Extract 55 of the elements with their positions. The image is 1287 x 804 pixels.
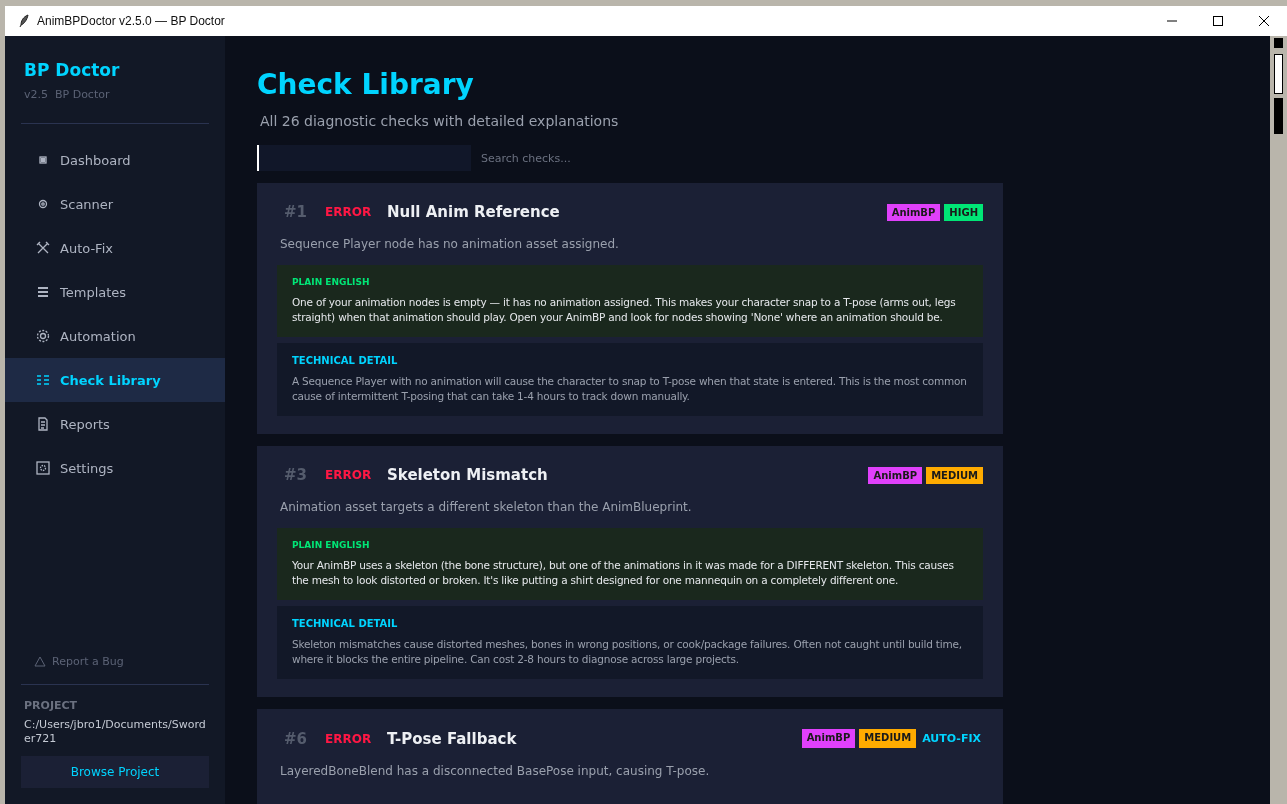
nav-item[interactable]: Check Library	[5, 358, 225, 402]
check-summary: Animation asset targets a different skeleton than the AnimBlueprint.	[280, 500, 693, 514]
gear-icon	[36, 329, 50, 343]
tools-icon	[36, 241, 50, 255]
panel-text: Skeleton mismatches cause distorted meshes, bones in wrong positions, or cook/package failures. Often not caught until build time, where it blocks the entire pipeline. Can cost 2-8 hours to diagnose across large projects.	[292, 637, 963, 667]
tag-badge: AnimBP	[886, 203, 941, 221]
project-label: PROJECT	[24, 699, 79, 712]
check-number: #3	[284, 466, 308, 484]
window-title: AnimBPDoctor v2.5.0 — BP Doctor	[37, 14, 226, 28]
brand-title: BP Doctor	[24, 60, 121, 80]
square-icon	[36, 153, 50, 167]
page-subtitle: All 26 diagnostic checks with detailed explanations	[260, 113, 620, 129]
settings-icon	[36, 461, 50, 475]
nav-item[interactable]: Dashboard	[5, 138, 225, 182]
tag-badge: MEDIUM	[926, 466, 983, 484]
version-label: v2.5 BP Doctor	[24, 88, 111, 101]
tag-badge: HIGH	[944, 203, 983, 221]
panel-heading: PLAIN ENGLISH	[292, 277, 371, 287]
check-title: T-Pose Fallback	[387, 729, 518, 748]
panel-text: Your AnimBP uses a skeleton (the bone structure), but one of the animations in it was made for a DIFFERENT skeleton. This causes the mesh to look distorted or broken. It's like putting a shirt designed for one mannequin on a completely different one.	[292, 558, 955, 588]
error-label: ERROR	[325, 731, 373, 746]
auto-fix-label: AUTO-FIX	[921, 731, 982, 747]
panel-heading: TECHNICAL DETAIL	[292, 355, 399, 366]
tag-badge: AnimBP	[801, 729, 856, 748]
nav-item[interactable]: Scanner	[5, 182, 225, 226]
check-summary: LayeredBoneBlend has a disconnected BasePose input, causing T-pose.	[280, 764, 711, 778]
check-number: #6	[284, 729, 308, 748]
panel-text: A Sequence Player with no animation will cause the character to snap to T-pose when that state is entered. This is the most common cause of intermittent T-posing that can take 1-4 hours to track down manually.	[292, 374, 968, 404]
panel-heading: PLAIN ENGLISH	[292, 540, 371, 550]
document-icon	[36, 417, 50, 431]
feather-icon	[19, 14, 29, 28]
check-summary: Sequence Player node has no animation asset assigned.	[280, 237, 620, 251]
check-number: #1	[284, 203, 308, 221]
error-label: ERROR	[325, 468, 373, 482]
check-title: Null Anim Reference	[387, 203, 561, 221]
project-path: C:/Users/jbro1/Documents/Sworder721	[24, 718, 206, 746]
maximize-icon	[1213, 16, 1223, 26]
target-icon	[36, 197, 50, 211]
list-icon	[36, 373, 50, 387]
nav-item[interactable]: Templates	[5, 270, 225, 314]
menu-icon	[36, 285, 50, 299]
tag-badge: MEDIUM	[859, 729, 917, 748]
nav-item[interactable]: Auto-Fix	[5, 226, 225, 270]
nav-item[interactable]: Reports	[5, 402, 225, 446]
warning-icon	[34, 656, 46, 667]
panel-heading: TECHNICAL DETAIL	[292, 618, 399, 629]
error-label: ERROR	[325, 205, 373, 219]
browse-project-button[interactable]: Browse Project	[21, 756, 209, 788]
page-title: Check Library	[257, 68, 475, 101]
nav-item[interactable]: Automation	[5, 314, 225, 358]
check-title: Skeleton Mismatch	[387, 466, 549, 484]
tag-badge: AnimBP	[868, 466, 923, 484]
nav-item[interactable]: Settings	[5, 446, 225, 490]
close-icon	[1259, 16, 1269, 26]
panel-text: One of your animation nodes is empty — it has no animation assigned. This makes your character snap to a T-pose (arms out, legs straight) when that animation should play. Open your AnimBP and look for nodes showing 'None' where an animation should be.	[292, 295, 957, 325]
